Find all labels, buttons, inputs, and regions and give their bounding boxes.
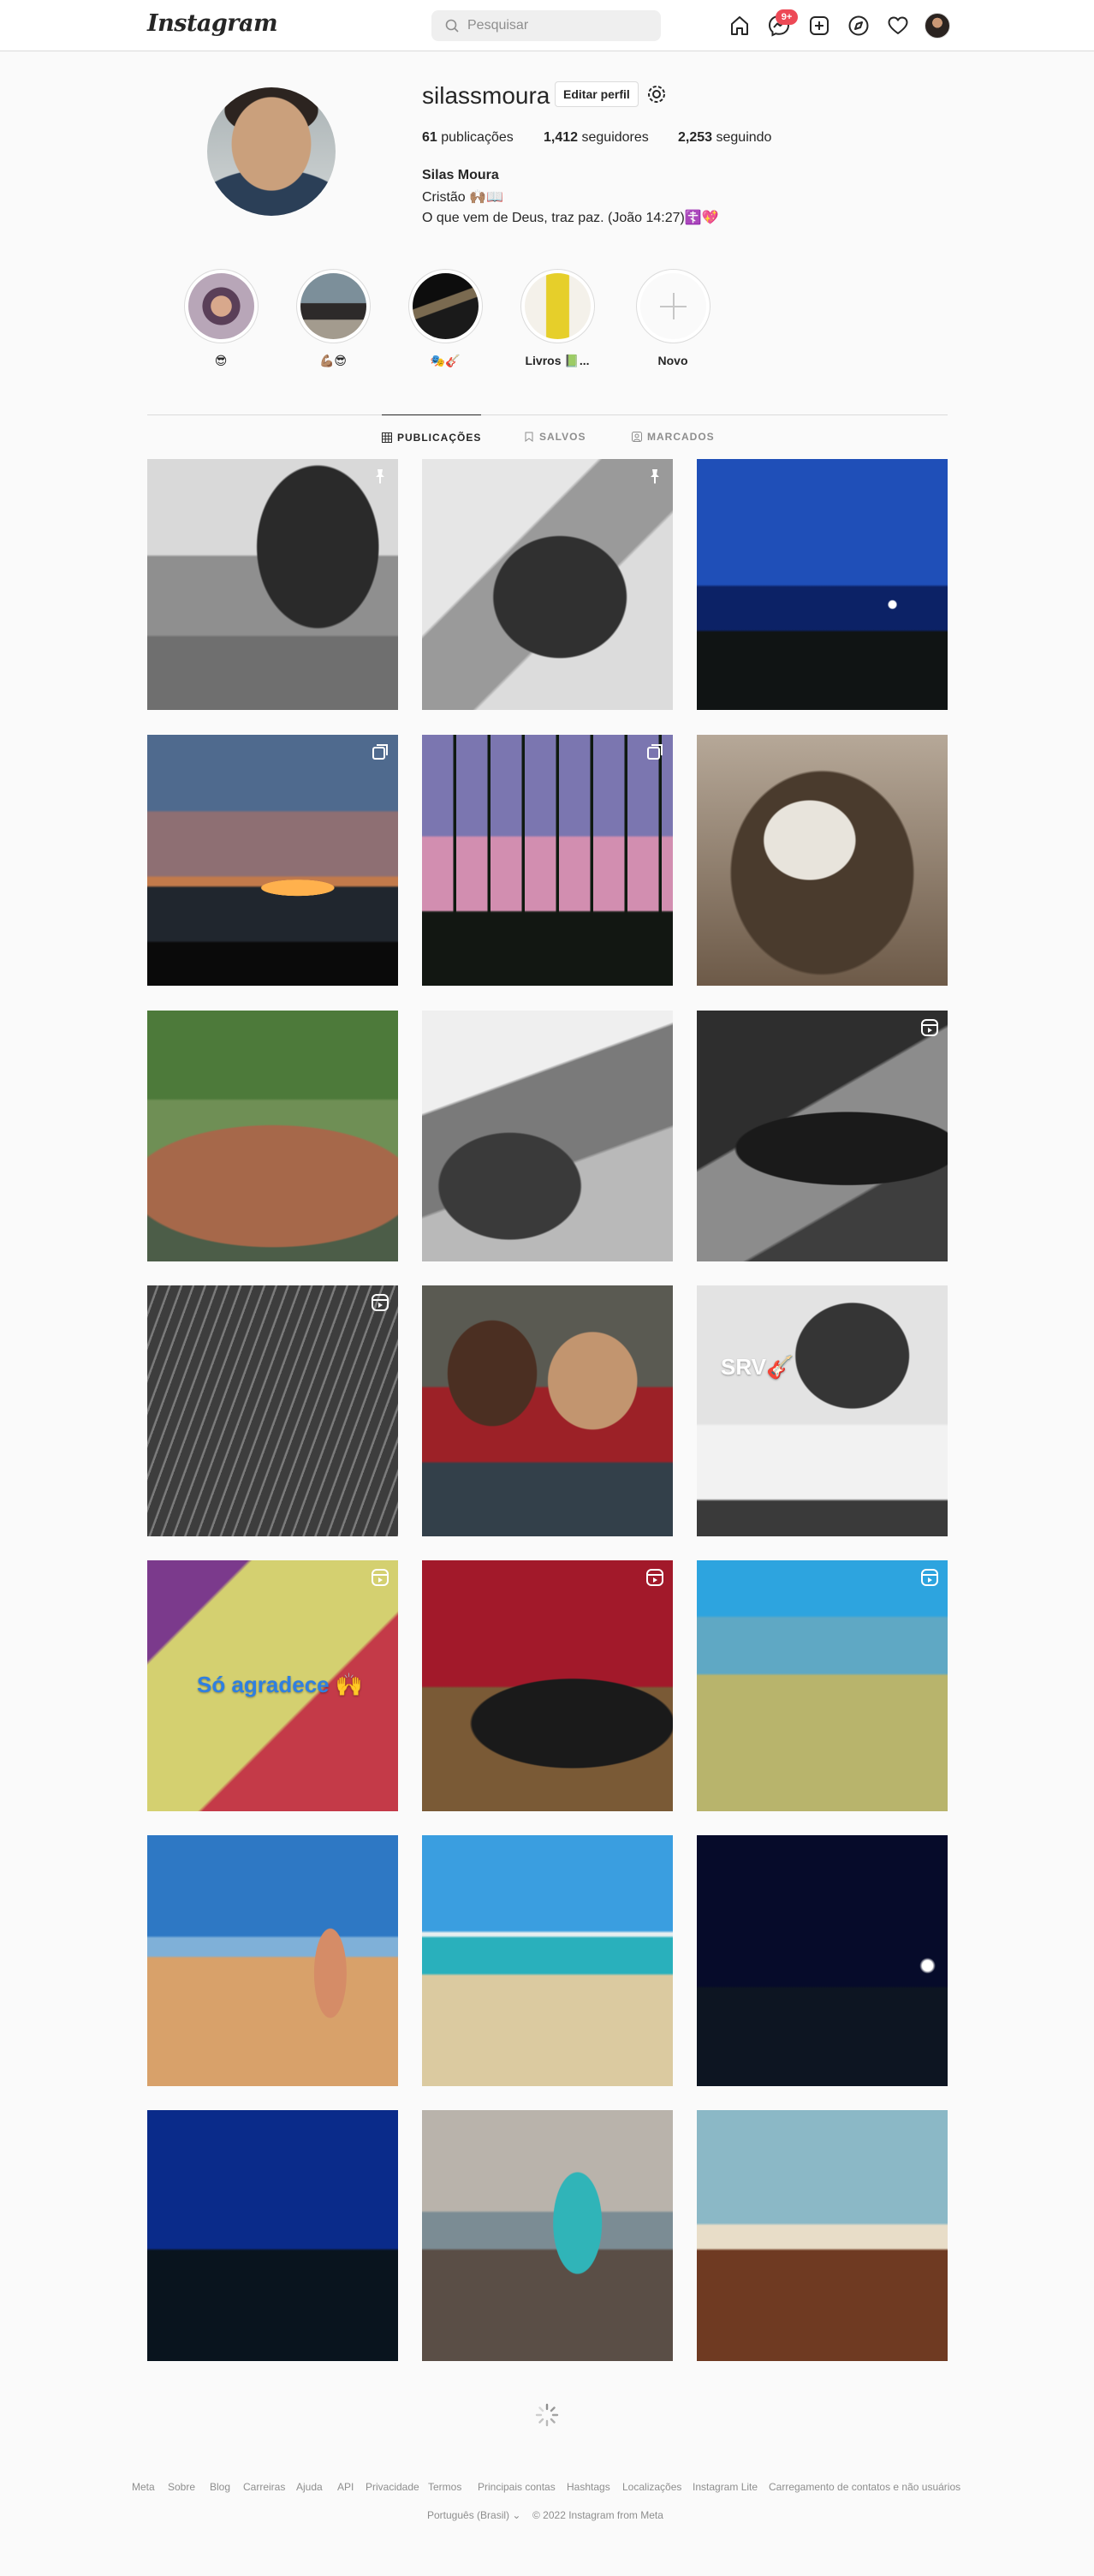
story-highlight[interactable]: Livros 📗... — [519, 269, 596, 368]
footer-link[interactable]: Ajuda — [296, 2481, 323, 2493]
search-box[interactable] — [431, 10, 661, 41]
highlight-cover — [300, 273, 366, 339]
search-input[interactable] — [467, 10, 647, 41]
gear-icon[interactable] — [645, 83, 668, 105]
post-thumbnail[interactable] — [697, 1835, 948, 2086]
post-thumbnail[interactable] — [422, 1560, 673, 1811]
instagram-logo[interactable]: Instagram — [147, 10, 278, 37]
story-highlight[interactable]: 😎 — [182, 269, 259, 368]
post-thumbnail[interactable]: Só agradece 🙌 — [147, 1560, 398, 1811]
post-thumbnail[interactable] — [147, 459, 398, 710]
post-thumbnail[interactable] — [147, 2110, 398, 2361]
carousel-icon — [645, 742, 664, 761]
posts-count: 61 publicações — [422, 130, 514, 145]
post-caption-overlay: Só agradece 🙌 — [197, 1672, 364, 1697]
following-link[interactable]: 2,253 seguindo — [678, 130, 771, 146]
chevron-down-icon: ⌄ — [512, 2509, 521, 2521]
new-post-icon[interactable] — [807, 14, 831, 38]
post-thumbnail[interactable]: SRV🎸 — [697, 1285, 948, 1536]
footer-link[interactable]: Carreiras — [243, 2481, 285, 2493]
loading-spinner-icon — [535, 2403, 559, 2427]
profile-bio-line: Cristão 🙌🏽📖 — [422, 190, 503, 205]
highlight-label: 😎 — [214, 354, 228, 367]
post-thumbnail[interactable] — [147, 735, 398, 986]
footer-link[interactable]: Instagram Lite — [693, 2481, 758, 2493]
bookmark-icon — [525, 432, 533, 442]
post-thumbnail[interactable] — [697, 735, 948, 986]
carousel-icon — [371, 742, 389, 761]
new-highlight-button[interactable]: Novo — [634, 269, 711, 367]
profile-full-name: Silas Moura — [422, 168, 499, 182]
footer-link[interactable]: Carregamento de contatos e não usuários — [769, 2481, 960, 2493]
plus-icon — [639, 273, 706, 339]
post-thumbnail[interactable] — [422, 2110, 673, 2361]
reel-icon — [645, 1568, 664, 1587]
reel-icon — [371, 1293, 389, 1312]
footer-link[interactable]: Termos — [428, 2481, 461, 2493]
edit-profile-button[interactable]: Editar perfil — [555, 81, 639, 107]
story-highlight[interactable]: 💪🏽😎 — [294, 269, 372, 368]
search-icon — [445, 19, 459, 33]
footer-link[interactable]: Sobre — [168, 2481, 195, 2493]
pin-icon — [371, 467, 389, 486]
highlight-label: Novo — [657, 354, 688, 367]
highlight-label: 💪🏽😎 — [318, 354, 348, 367]
profile-bio-line: O que vem de Deus, traz paz. (João 14:27… — [422, 211, 719, 225]
post-thumbnail[interactable] — [422, 1285, 673, 1536]
post-thumbnail[interactable] — [422, 1835, 673, 2086]
footer-link[interactable]: Privacidade — [366, 2481, 419, 2493]
post-thumbnail[interactable] — [147, 1285, 398, 1536]
followers-link[interactable]: 1,412 seguidores — [544, 130, 649, 146]
tab-marcados[interactable]: MARCADOS — [632, 414, 715, 459]
highlight-cover — [187, 273, 254, 339]
profile-picture[interactable] — [207, 87, 336, 216]
explore-icon[interactable] — [847, 14, 871, 38]
post-thumbnail[interactable] — [147, 1835, 398, 2086]
footer-link[interactable]: Localizações — [622, 2481, 681, 2493]
post-thumbnail[interactable] — [697, 1011, 948, 1261]
highlight-cover — [412, 273, 479, 339]
tagged-icon — [632, 432, 642, 442]
highlight-label: 🎭🎸 — [430, 354, 461, 367]
top-navigation-bar: Instagram 9+ — [0, 0, 1094, 51]
notification-badge: 9+ — [776, 9, 798, 25]
reel-icon — [920, 1018, 939, 1037]
chevron-down-icon[interactable] — [241, 17, 253, 29]
post-thumbnail[interactable] — [697, 2110, 948, 2361]
tab-salvos[interactable]: SALVOS — [524, 414, 586, 459]
pin-icon — [645, 467, 664, 486]
grid-icon — [382, 432, 392, 443]
footer-link[interactable]: Principais contas — [478, 2481, 556, 2493]
story-highlight[interactable]: 🎭🎸 — [407, 269, 484, 368]
post-thumbnail[interactable] — [422, 459, 673, 710]
profile-avatar[interactable] — [925, 13, 950, 39]
activity-heart-icon[interactable] — [886, 14, 910, 38]
highlight-label: Livros 📗... — [525, 354, 590, 367]
language-selector[interactable]: Português (Brasil) ⌄ — [427, 2509, 520, 2521]
post-caption-overlay: SRV🎸 — [721, 1354, 794, 1380]
post-thumbnail[interactable] — [697, 459, 948, 710]
post-thumbnail[interactable] — [422, 1011, 673, 1261]
footer-copyright: © 2022 Instagram from Meta — [532, 2509, 663, 2521]
home-icon[interactable] — [728, 14, 752, 38]
post-thumbnail[interactable] — [697, 1560, 948, 1811]
footer-link[interactable]: Blog — [210, 2481, 230, 2493]
reel-icon — [371, 1568, 389, 1587]
profile-username: silassmoura — [422, 82, 550, 109]
footer-link[interactable]: Meta — [132, 2481, 155, 2493]
footer-link[interactable]: API — [337, 2481, 354, 2493]
footer-link[interactable]: Hashtags — [567, 2481, 610, 2493]
post-thumbnail[interactable] — [147, 1011, 398, 1261]
highlight-cover — [524, 273, 591, 339]
tab-publicacoes[interactable]: PUBLICAÇÕES — [382, 414, 482, 459]
reel-icon — [920, 1568, 939, 1587]
post-thumbnail[interactable] — [422, 735, 673, 986]
